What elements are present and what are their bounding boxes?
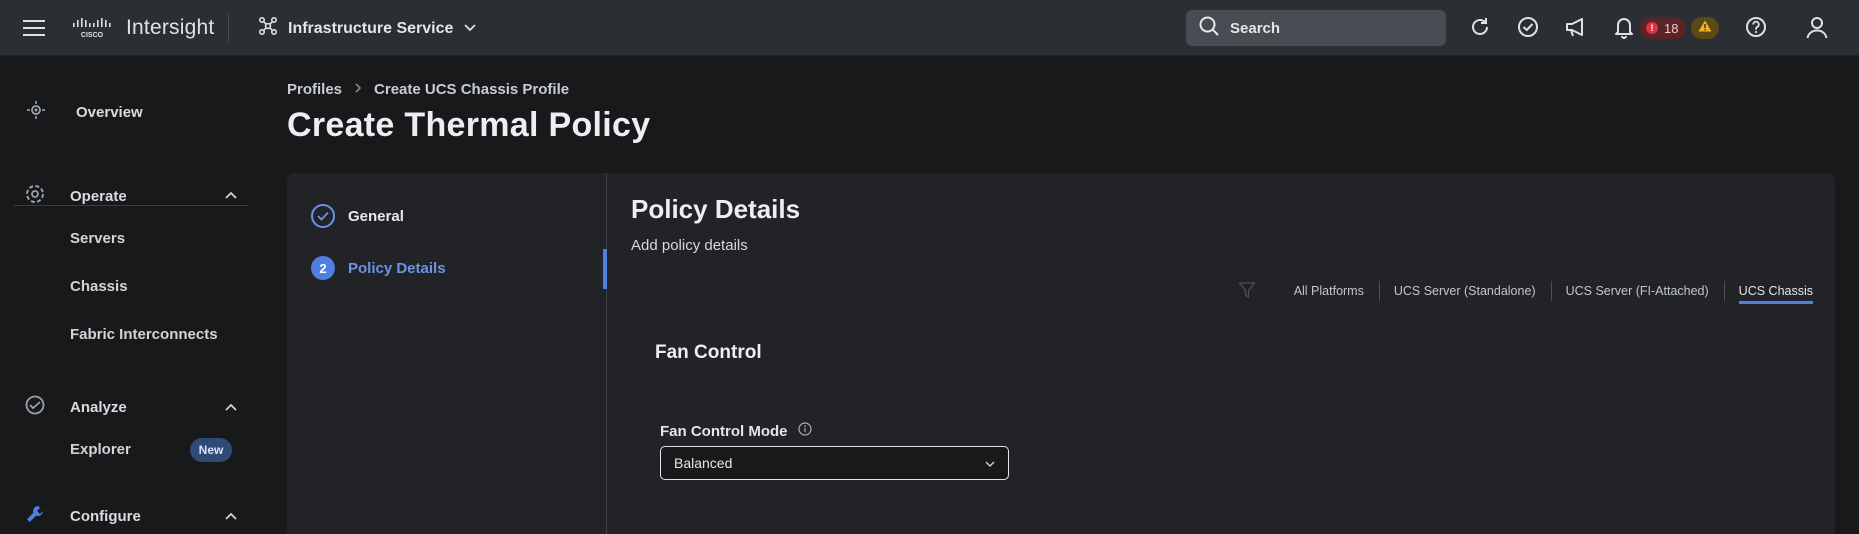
bell-icon[interactable]: [1612, 15, 1636, 39]
chevron-up-icon[interactable]: [224, 508, 238, 526]
warning-alarms-badge[interactable]: [1691, 17, 1719, 39]
analyze-icon: [24, 394, 46, 420]
tab-label: UCS Server (Standalone): [1393, 284, 1536, 298]
step-label: Policy Details: [348, 259, 446, 277]
page-title: Create Thermal Policy: [287, 106, 651, 144]
wizard-card: [287, 173, 1835, 534]
chevron-up-icon[interactable]: [224, 399, 238, 417]
critical-count: 18: [1664, 20, 1679, 36]
sidebar-item-operate[interactable]: Operate: [24, 183, 127, 209]
section-subtitle: Add policy details: [631, 237, 748, 254]
search-input[interactable]: [1230, 19, 1420, 37]
network-icon: [258, 16, 278, 41]
warning-icon: [1698, 19, 1712, 37]
tab-all-platforms[interactable]: All Platforms: [1279, 280, 1379, 302]
sidebar-item-overview[interactable]: Overview: [26, 100, 143, 124]
tab-ucs-chassis[interactable]: UCS Chassis: [1723, 280, 1813, 304]
hamburger-icon[interactable]: [22, 17, 46, 39]
tab-label: UCS Server (FI-Attached): [1565, 284, 1709, 298]
tab-label: UCS Chassis: [1738, 284, 1813, 304]
overview-icon: [26, 100, 46, 124]
breadcrumb-profiles[interactable]: Profiles: [287, 81, 342, 98]
step-policy-details[interactable]: 2 Policy Details: [311, 256, 446, 280]
check-icon: [311, 204, 335, 228]
sidebar-item-chassis[interactable]: Chassis: [70, 278, 128, 295]
step-label: General: [348, 207, 404, 225]
critical-alarms-badge[interactable]: ! 18: [1640, 17, 1686, 39]
user-icon[interactable]: [1804, 14, 1830, 40]
steps-divider: [606, 173, 607, 534]
fan-control-mode-label: Fan Control Mode: [660, 422, 812, 440]
field-label-text: Fan Control Mode: [660, 422, 788, 440]
cisco-logo: CISCO: [72, 17, 112, 44]
new-badge: New: [190, 438, 232, 462]
sidebar-label-configure: Configure: [70, 507, 141, 525]
critical-icon: !: [1646, 22, 1658, 34]
refresh-icon[interactable]: [1468, 15, 1492, 39]
service-label: Infrastructure Service: [288, 19, 454, 37]
sidebar-label-operate: Operate: [70, 187, 127, 205]
sidebar-item-explorer[interactable]: Explorer: [70, 441, 131, 458]
fan-control-mode-select[interactable]: Balanced: [660, 446, 1009, 480]
tab-label: All Platforms: [1293, 284, 1364, 298]
chevron-down-icon: [984, 455, 996, 471]
sidebar-item-analyze[interactable]: Analyze: [24, 394, 127, 420]
chevron-up-icon[interactable]: [224, 187, 238, 205]
sidebar: Overview Operate Servers Chassis Fabric …: [0, 57, 262, 534]
breadcrumb: Profiles Create UCS Chassis Profile: [287, 81, 569, 98]
sidebar-label-overview: Overview: [76, 103, 143, 121]
tab-ucs-server-standalone[interactable]: UCS Server (Standalone): [1378, 280, 1551, 302]
chevron-down-icon: [463, 20, 477, 38]
sidebar-item-servers[interactable]: Servers: [70, 230, 125, 247]
top-header: CISCO Intersight Infrastructure Service: [0, 0, 1859, 56]
chevron-right-icon: [354, 81, 362, 98]
megaphone-icon[interactable]: [1564, 15, 1588, 39]
svg-text:CISCO: CISCO: [81, 32, 104, 39]
tab-ucs-server-fi-attached[interactable]: UCS Server (FI-Attached): [1550, 280, 1724, 302]
help-icon[interactable]: [1744, 15, 1768, 39]
service-selector[interactable]: Infrastructure Service: [258, 16, 477, 41]
search-box[interactable]: [1186, 10, 1446, 46]
breadcrumb-create-ucs-chassis-profile[interactable]: Create UCS Chassis Profile: [374, 81, 569, 98]
gear-icon: [24, 183, 46, 209]
sidebar-item-fabric-interconnects[interactable]: Fabric Interconnects: [70, 326, 218, 343]
filter-icon: [1238, 281, 1256, 304]
search-icon: [1198, 15, 1220, 42]
wrench-icon: [24, 503, 46, 529]
info-icon[interactable]: [797, 422, 812, 440]
active-step-indicator: [603, 249, 607, 289]
sidebar-item-configure[interactable]: Configure: [24, 503, 141, 529]
app-brand: Intersight: [126, 16, 215, 39]
header-divider: [228, 14, 229, 42]
sidebar-label-analyze: Analyze: [70, 398, 127, 416]
section-title: Policy Details: [631, 194, 801, 224]
fan-control-title: Fan Control: [655, 342, 762, 363]
step-general[interactable]: General: [311, 204, 404, 228]
check-circle-icon[interactable]: [1516, 15, 1540, 39]
step-number: 2: [311, 256, 335, 280]
select-value: Balanced: [674, 455, 733, 471]
platform-tabs: All Platforms UCS Server (Standalone) UC…: [1279, 280, 1813, 304]
